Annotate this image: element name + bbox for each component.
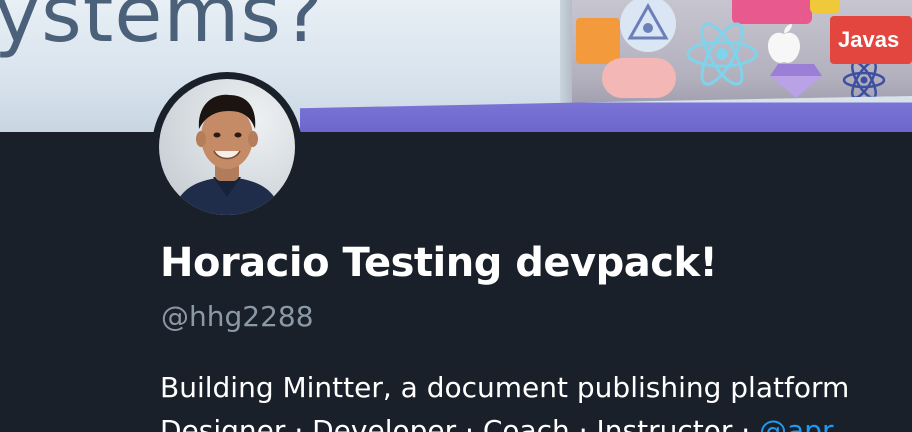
bio-line-2: Designer · Developer · Coach · Instructo… [160, 409, 912, 432]
avatar-photo [159, 79, 295, 215]
profile-avatar[interactable] [152, 72, 302, 222]
javascript-sticker: Javas [830, 16, 912, 64]
sticker-cat [602, 58, 676, 98]
bio-mention-link[interactable]: @apr [759, 414, 833, 432]
profile-banner[interactable]: ystems? Javas [0, 0, 912, 132]
bio-line-1: Building Mintter, a document publishing … [160, 371, 850, 404]
profile-page: ystems? Javas Horacio Testing devpack! @… [0, 0, 912, 432]
person-photo-icon [173, 94, 281, 215]
react-logo-icon [686, 22, 758, 86]
banner-text: ystems? [0, 0, 325, 60]
profile-handle: @hhg2288 [161, 300, 314, 333]
sticker-orange [576, 18, 620, 64]
sticker-pink [732, 0, 812, 24]
atom-icon [627, 2, 669, 40]
bio-line-2-text: Designer · Developer · Coach · Instructo… [160, 414, 760, 432]
profile-bio: Building Mintter, a document publishing … [160, 366, 912, 432]
sketch-logo-icon [770, 64, 822, 98]
react-small-icon [842, 61, 886, 99]
profile-display-name: Horacio Testing devpack! [160, 240, 718, 286]
sticker-yellow [810, 0, 840, 14]
